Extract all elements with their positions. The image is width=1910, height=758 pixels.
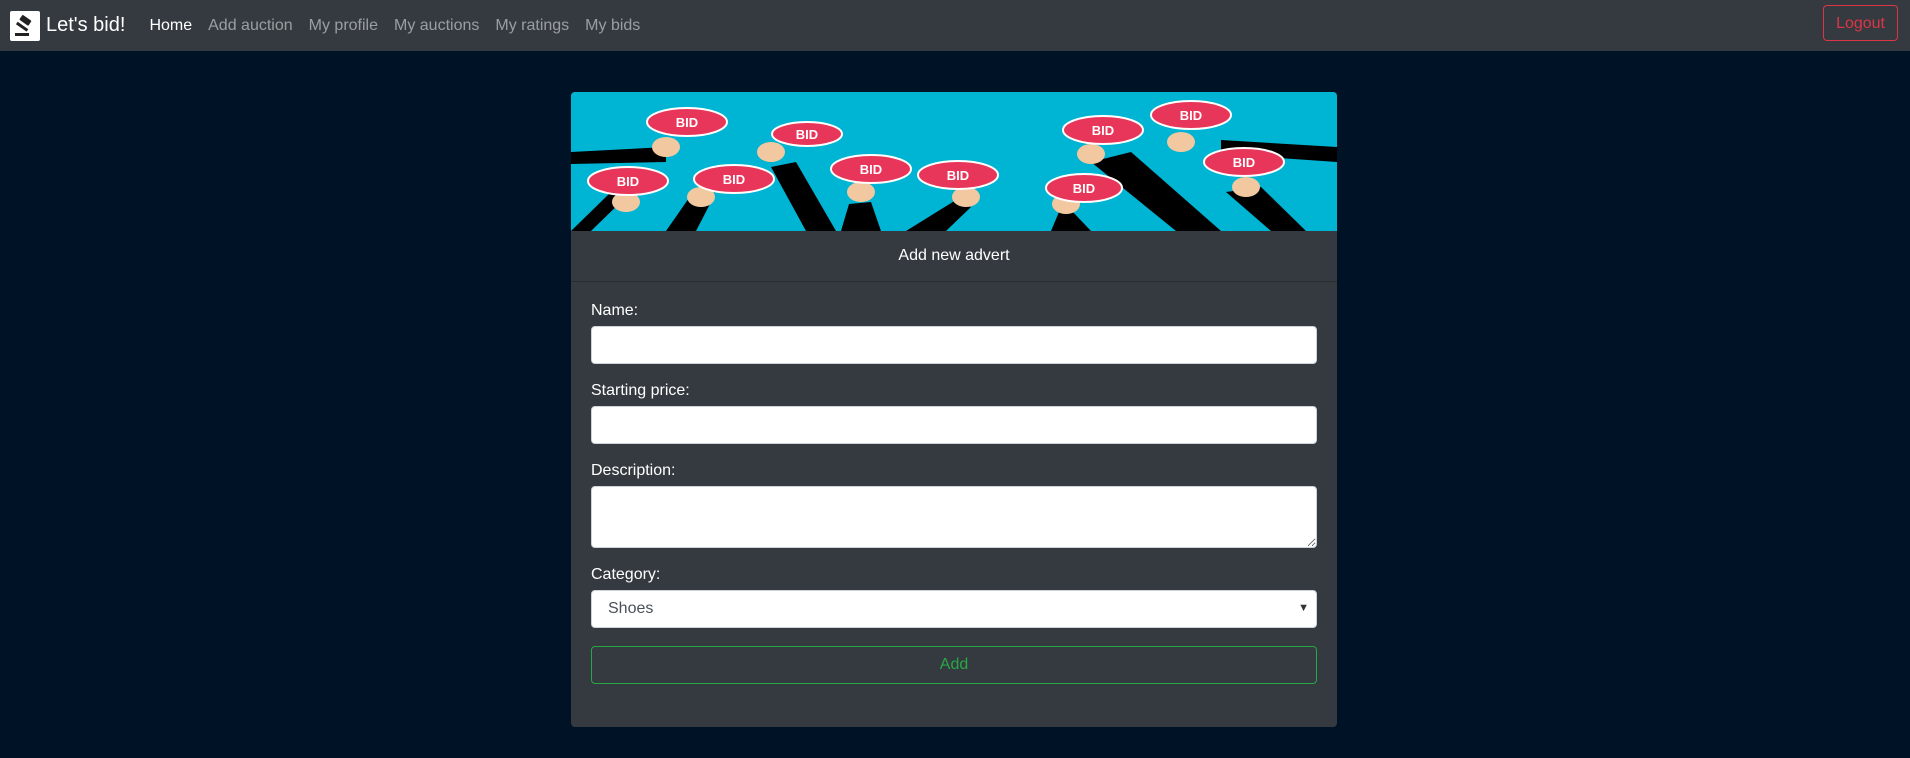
starting-price-input[interactable]	[591, 406, 1317, 444]
description-label: Description:	[591, 462, 676, 479]
category-select[interactable]: Shoes ▼	[591, 590, 1317, 628]
caret-down-icon: ▼	[1298, 602, 1309, 614]
card-title: Add new advert	[571, 231, 1337, 282]
nav-my-ratings[interactable]: My ratings	[487, 17, 577, 35]
logout-button[interactable]: Logout	[1823, 5, 1898, 41]
price-field-group: Starting price:	[591, 382, 1317, 444]
banner-sign-label: BID	[617, 174, 639, 189]
banner-sign-label: BID	[1092, 123, 1114, 138]
banner-sign-label: BID	[723, 172, 745, 187]
navbar: Let's bid! Home Add auction My profile M…	[0, 0, 1910, 51]
nav-home[interactable]: Home	[141, 17, 200, 35]
description-textarea[interactable]	[591, 486, 1317, 548]
category-label: Category:	[591, 566, 661, 583]
main-nav: Home Add auction My profile My auctions …	[141, 17, 648, 35]
starting-price-label: Starting price:	[591, 382, 690, 399]
banner-sign-label: BID	[1180, 108, 1202, 123]
brand-name[interactable]: Let's bid!	[46, 14, 125, 37]
banner-sign-label: BID	[1233, 155, 1255, 170]
nav-my-profile[interactable]: My profile	[301, 17, 386, 35]
description-field-group: Description:	[591, 462, 1317, 548]
nav-add-auction[interactable]: Add auction	[200, 17, 301, 35]
nav-my-bids[interactable]: My bids	[577, 17, 648, 35]
banner-sign-label: BID	[676, 115, 698, 130]
brand[interactable]: Let's bid!	[10, 10, 125, 41]
banner-sign-label: BID	[947, 168, 969, 183]
banner-sign-label: BID	[860, 162, 882, 177]
add-advert-form: Name: Starting price: Description: Categ…	[571, 282, 1337, 684]
banner-sign-label: BID	[1073, 181, 1095, 196]
gavel-icon	[10, 10, 40, 41]
banner-image: BID BID BID BID BID BID BID BID BID BID	[571, 92, 1337, 231]
category-field-group: Category: Shoes ▼	[591, 566, 1317, 628]
nav-my-auctions[interactable]: My auctions	[386, 17, 487, 35]
category-select-value[interactable]: Shoes	[591, 590, 1317, 628]
add-button[interactable]: Add	[591, 646, 1317, 684]
banner-sign-label: BID	[796, 127, 818, 142]
name-field-group: Name:	[591, 302, 1317, 364]
add-advert-card: BID BID BID BID BID BID BID BID BID BID …	[571, 92, 1337, 727]
name-input[interactable]	[591, 326, 1317, 364]
name-label: Name:	[591, 302, 639, 319]
